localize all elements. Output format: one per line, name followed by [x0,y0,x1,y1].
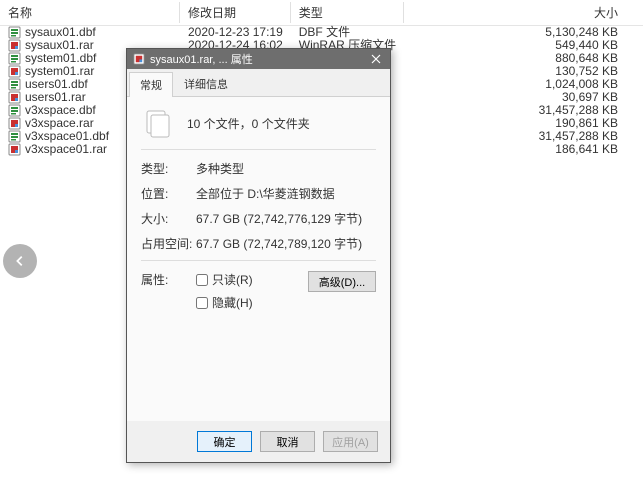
col-name[interactable]: 名称 [0,0,180,26]
dbf-file-icon [8,104,21,117]
type-value: 多种类型 [196,160,376,177]
chevron-left-icon [13,254,27,268]
hidden-checkbox[interactable]: 隐藏(H) [196,294,308,311]
tab-general-body: 10 个文件，0 个文件夹 类型:多种类型 位置:全部位于 D:\华菱涟钢数据 … [127,97,390,421]
file-type: DBF 文件 [291,26,404,40]
file-size: 5,130,248 KB [404,26,643,40]
archive-icon [8,143,21,156]
dialog-titlebar[interactable]: sysaux01.rar, ... 属性 [127,49,390,69]
disk-label: 占用空间: [141,235,196,252]
type-label: 类型: [141,160,196,177]
size-label: 大小: [141,210,196,227]
separator [141,149,376,150]
summary-count: 10 个文件，0 个文件夹 [187,115,310,132]
size-value: 67.7 GB (72,742,776,129 字节) [196,210,376,227]
archive-icon [133,53,145,65]
file-modified: 2020-12-23 17:19 [180,26,291,40]
separator [141,260,376,261]
attr-label: 属性: [141,271,196,311]
apply-button[interactable]: 应用(A) [323,431,378,452]
readonly-checkbox[interactable]: 只读(R) [196,271,308,288]
column-headers[interactable]: 名称 修改日期 类型 大小 [0,0,643,26]
tab-details[interactable]: 详细信息 [173,71,239,96]
dbf-file-icon [8,78,21,91]
disk-value: 67.7 GB (72,742,789,120 字节) [196,235,376,252]
dbf-file-icon [8,52,21,65]
readonly-label: 只读(R) [212,271,253,288]
archive-icon [8,39,21,52]
file-name: v3xspace01.rar [25,143,107,156]
hidden-input[interactable] [196,297,208,309]
cancel-button[interactable]: 取消 [260,431,315,452]
location-value: 全部位于 D:\华菱涟钢数据 [196,185,376,202]
dialog-actions: 确定 取消 应用(A) [127,421,390,462]
archive-icon [8,65,21,78]
dialog-title: sysaux01.rar, ... 属性 [150,51,362,67]
properties-dialog: sysaux01.rar, ... 属性 常规 详细信息 10 个文件，0 个文… [126,48,391,463]
col-type[interactable]: 类型 [291,0,404,26]
file-row[interactable]: sysaux01.dbf2020-12-23 17:19DBF 文件5,130,… [0,26,643,40]
location-label: 位置: [141,185,196,202]
col-size[interactable]: 大小 [404,0,643,26]
hidden-label: 隐藏(H) [212,294,253,311]
close-icon [371,54,381,64]
dbf-file-icon [8,26,21,39]
file-size: 186,641 KB [404,143,643,156]
back-button[interactable] [3,244,37,278]
advanced-button[interactable]: 高级(D)... [308,271,376,292]
tab-strip: 常规 详细信息 [127,69,390,97]
archive-icon [8,117,21,130]
tab-general[interactable]: 常规 [129,72,173,97]
archive-icon [8,91,21,104]
col-modified[interactable]: 修改日期 [180,0,291,26]
close-button[interactable] [362,49,390,69]
dbf-file-icon [8,130,21,143]
readonly-input[interactable] [196,274,208,286]
files-stack-icon [141,107,173,139]
ok-button[interactable]: 确定 [197,431,252,452]
